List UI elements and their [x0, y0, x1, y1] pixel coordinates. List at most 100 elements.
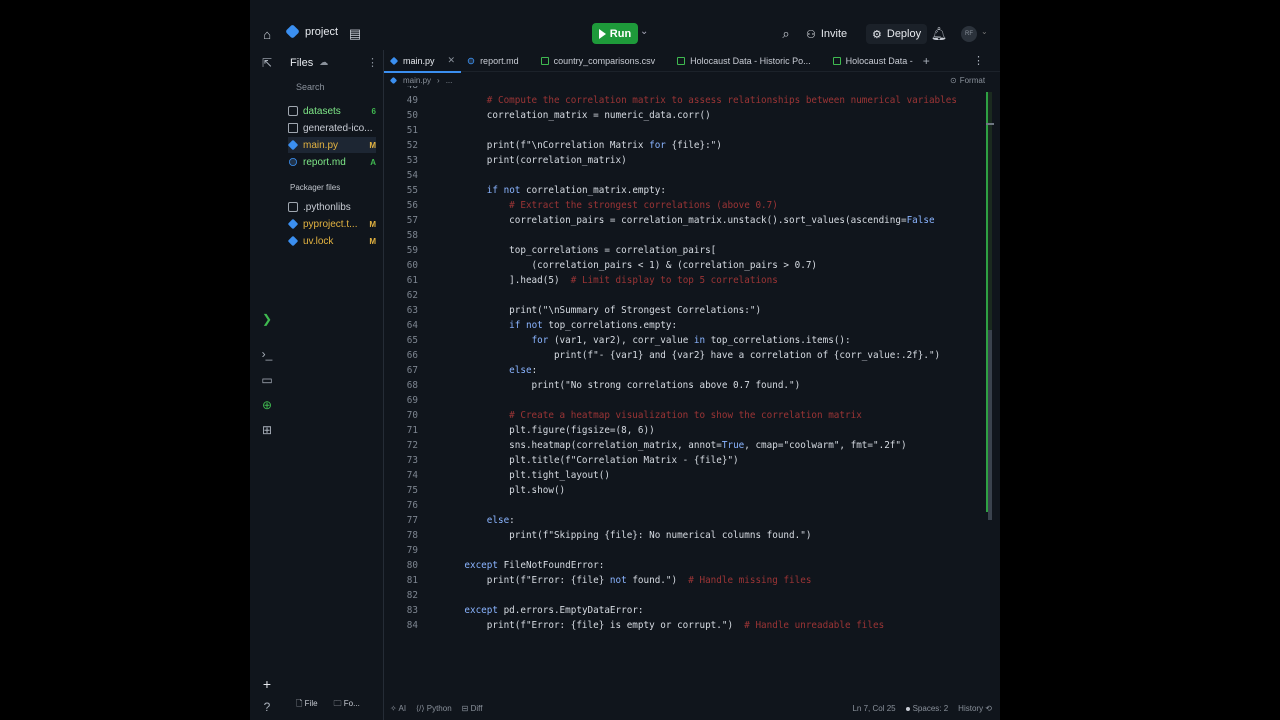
- code-line[interactable]: 78 print(f"Skipping {file}: No numerical…: [384, 528, 984, 543]
- line-code: correlation_matrix = numeric_data.corr(): [442, 110, 711, 121]
- code-line[interactable]: 72 sns.heatmap(correlation_matrix, annot…: [384, 438, 984, 453]
- code-line[interactable]: 54: [384, 168, 984, 183]
- packager-files-label: Packager files: [290, 183, 341, 192]
- format-button[interactable]: ⊙ Format: [950, 76, 985, 85]
- python-file-icon: [389, 56, 399, 65]
- deploy-button[interactable]: ⚙ Deploy: [866, 24, 928, 44]
- code-line[interactable]: 71 plt.figure(figsize=(8, 6)): [384, 423, 984, 438]
- shell-icon[interactable]: ›_: [258, 345, 276, 363]
- code-line[interactable]: 56 # Extract the strongest correlations …: [384, 198, 984, 213]
- code-line[interactable]: 75 plt.show(): [384, 483, 984, 498]
- tree-item-datasets[interactable]: datasets 6: [288, 103, 376, 119]
- code-line[interactable]: 67 else:: [384, 363, 984, 378]
- run-dropdown-chevron-icon[interactable]: ⌄: [640, 26, 648, 37]
- ai-button[interactable]: ✧ AI: [390, 704, 406, 713]
- code-line[interactable]: 64 if not top_correlations.empty:: [384, 318, 984, 333]
- status-dot-icon: [905, 706, 910, 711]
- new-folder-label: Fo...: [343, 699, 360, 708]
- code-line[interactable]: 66 print(f"- {var1} and {var2} have a co…: [384, 348, 984, 363]
- line-code: print("\nSummary of Strongest Correlatio…: [442, 305, 762, 316]
- avatar-chevron-icon[interactable]: ⌄: [981, 27, 988, 36]
- code-line[interactable]: 84 print(f"Error: {file} is empty or cor…: [384, 618, 984, 633]
- code-line[interactable]: 52 print(f"\nCorrelation Matrix for {fil…: [384, 138, 984, 153]
- line-number: 69: [406, 395, 418, 406]
- code-line[interactable]: 76: [384, 498, 984, 513]
- line-number: 82: [406, 590, 418, 601]
- tree-item-pythonlibs[interactable]: .pythonlibs: [288, 199, 376, 215]
- tree-item-main-py[interactable]: main.py M: [288, 137, 376, 153]
- code-line[interactable]: 70 # Create a heatmap visualization to s…: [384, 408, 984, 423]
- invite-button[interactable]: ⚇ Invite: [806, 24, 847, 44]
- code-line[interactable]: 63 print("\nSummary of Strongest Correla…: [384, 303, 984, 318]
- close-icon[interactable]: ✕: [448, 55, 456, 66]
- collapse-sidebar-icon[interactable]: ⇱: [258, 54, 276, 72]
- code-line[interactable]: 82: [384, 588, 984, 603]
- more-options-icon[interactable]: ⋮: [367, 56, 378, 69]
- code-line[interactable]: 48: [384, 86, 984, 93]
- left-rail: ⇱ ❯ ›_ ▭ ⊕ ⊞ + ?: [250, 50, 282, 720]
- console-icon[interactable]: ▭: [258, 371, 276, 389]
- code-line[interactable]: 68 print("No strong correlations above 0…: [384, 378, 984, 393]
- code-line[interactable]: 51: [384, 123, 984, 138]
- tab-main-py[interactable]: main.py ✕: [384, 50, 462, 73]
- code-line[interactable]: 83 except pd.errors.EmptyDataError:: [384, 603, 984, 618]
- tree-item-uv-lock[interactable]: uv.lock M: [288, 233, 376, 249]
- new-file-button[interactable]: 🗋︎ File: [296, 698, 318, 712]
- tab-country-comparisons[interactable]: country_comparisons.csv: [535, 50, 662, 72]
- help-icon[interactable]: ?: [258, 698, 276, 716]
- tab-holocaust-data-1[interactable]: Holocaust Data - Historic Po...: [671, 50, 817, 72]
- code-line[interactable]: 74 plt.tight_layout(): [384, 468, 984, 483]
- add-user-icon: ⚇: [806, 28, 816, 41]
- home-icon[interactable]: ⌂: [258, 25, 276, 43]
- editor-scrollbar[interactable]: [988, 330, 992, 520]
- new-folder-button[interactable]: 🗀︎ Fo...: [334, 698, 360, 712]
- language-button[interactable]: ⟨/⟩ Python: [416, 704, 452, 713]
- files-search-input[interactable]: Search: [288, 78, 376, 96]
- tab-holocaust-data-2[interactable]: Holocaust Data -: [827, 50, 919, 72]
- code-editor[interactable]: 4849 # Compute the correlation matrix to…: [384, 86, 984, 646]
- code-line[interactable]: 58: [384, 228, 984, 243]
- indentation-button[interactable]: Spaces: 2: [905, 704, 948, 713]
- avatar[interactable]: RF: [961, 26, 977, 42]
- history-button[interactable]: History ⟲: [958, 704, 992, 713]
- code-line[interactable]: 79: [384, 543, 984, 558]
- project-selector[interactable]: project: [285, 24, 338, 39]
- code-line[interactable]: 60 (correlation_pairs < 1) & (correlatio…: [384, 258, 984, 273]
- new-tab-plus-icon[interactable]: +: [923, 54, 930, 68]
- cursor-position[interactable]: Ln 7, Col 25: [852, 704, 895, 713]
- breadcrumb-file[interactable]: main.py: [403, 76, 431, 85]
- tools-grid-icon[interactable]: ⊞: [258, 421, 276, 439]
- code-line[interactable]: 50 correlation_matrix = numeric_data.cor…: [384, 108, 984, 123]
- tab-report-md[interactable]: report.md: [461, 50, 525, 72]
- code-line[interactable]: 81 print(f"Error: {file} not found.") # …: [384, 573, 984, 588]
- agent-icon[interactable]: ❯: [258, 310, 276, 328]
- tree-item-generated-icons[interactable]: generated-ico...: [288, 120, 376, 136]
- breadcrumb-ellipsis[interactable]: ...: [446, 76, 453, 85]
- code-line[interactable]: 77 else:: [384, 513, 984, 528]
- tree-item-pyproject[interactable]: pyproject.t... M: [288, 216, 376, 232]
- code-line[interactable]: 49 # Compute the correlation matrix to a…: [384, 93, 984, 108]
- line-number: 61: [406, 275, 418, 286]
- run-button[interactable]: Run: [592, 23, 638, 44]
- new-tool-plus-icon[interactable]: +: [258, 675, 276, 693]
- code-line[interactable]: 62: [384, 288, 984, 303]
- tree-item-report-md[interactable]: report.md A: [288, 154, 376, 170]
- code-line[interactable]: 53 print(correlation_matrix): [384, 153, 984, 168]
- code-line[interactable]: 80 except FileNotFoundError:: [384, 558, 984, 573]
- search-icon[interactable]: ⌕: [777, 25, 795, 43]
- code-line[interactable]: 59 top_correlations = correlation_pairs[: [384, 243, 984, 258]
- code-line[interactable]: 65 for (var1, var2), corr_value in top_c…: [384, 333, 984, 348]
- bell-icon[interactable]: 🔔︎: [930, 25, 948, 43]
- tabs-more-icon[interactable]: ⋮: [973, 54, 984, 67]
- web-icon[interactable]: ⊕: [258, 396, 276, 414]
- code-line[interactable]: 69: [384, 393, 984, 408]
- code-line[interactable]: 57 correlation_pairs = correlation_matri…: [384, 213, 984, 228]
- line-code: # Extract the strongest correlations (ab…: [509, 200, 778, 211]
- layout-icon[interactable]: ▤: [346, 25, 364, 43]
- code-line[interactable]: 73 plt.title(f"Correlation Matrix - {fil…: [384, 453, 984, 468]
- project-logo-icon: [285, 24, 300, 39]
- code-line[interactable]: 61 ].head(5) # Limit display to top 5 co…: [384, 273, 984, 288]
- line-number: 70: [406, 410, 418, 421]
- diff-button[interactable]: ⊟ Diff: [462, 704, 483, 713]
- code-line[interactable]: 55 if not correlation_matrix.empty:: [384, 183, 984, 198]
